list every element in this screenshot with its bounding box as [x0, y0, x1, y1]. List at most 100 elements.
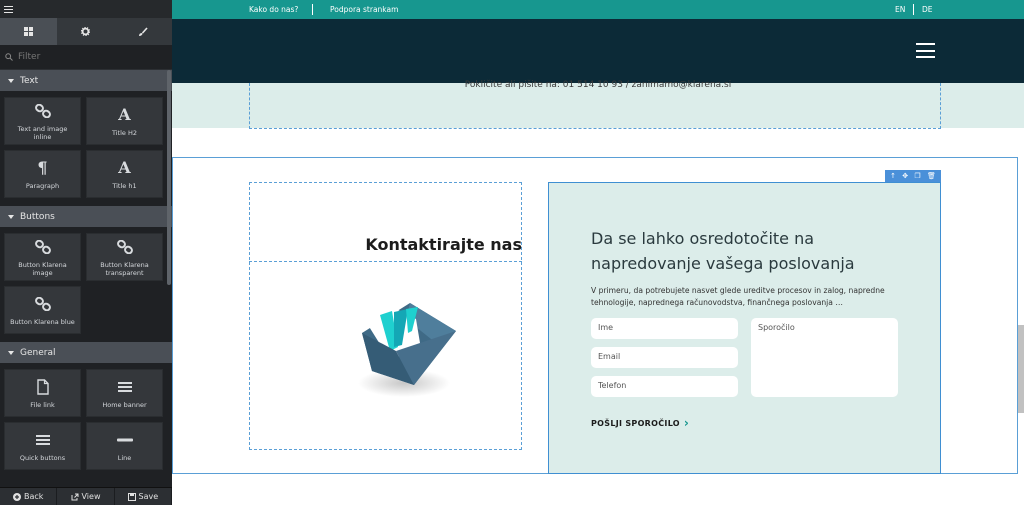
section-text-widgets: Text and image inline A Title H2 ¶ Parag…	[0, 97, 172, 198]
site-header	[172, 19, 1024, 83]
move-up-icon[interactable]: ↑	[890, 170, 896, 182]
back-label: Back	[23, 492, 44, 501]
send-label: POŠLJI SPOROČILO	[591, 418, 680, 428]
element-toolbar: ↑ ✥ ❐ 🗑	[885, 170, 941, 182]
builder-sidebar: Filter Text Text and image inline A Titl…	[0, 0, 172, 505]
topbar-link-support[interactable]: Podpora strankam	[330, 5, 398, 14]
phone-field[interactable]: Telefon	[591, 376, 738, 397]
widget-title-h2[interactable]: A Title H2	[86, 97, 163, 145]
widget-button-klarena-transparent[interactable]: Button Klarena transparent	[86, 233, 163, 281]
preview-scrollbar[interactable]	[1018, 325, 1024, 413]
widget-title-h1[interactable]: A Title h1	[86, 150, 163, 198]
back-button[interactable]: Back	[0, 488, 58, 505]
contact-heading: Kontaktirajte nas	[365, 235, 522, 254]
view-label: View	[81, 492, 101, 501]
tab-settings[interactable]	[57, 18, 114, 45]
brush-icon	[139, 26, 148, 36]
column-outline[interactable]	[249, 83, 941, 129]
caret-down-icon	[8, 214, 14, 219]
lang-de-link[interactable]: DE	[922, 5, 933, 14]
sidebar-bottom-bar: Back View Save	[0, 487, 172, 505]
drag-icon[interactable]: ✥	[902, 170, 908, 182]
link-icon	[34, 239, 51, 254]
link-icon	[34, 103, 51, 118]
title-icon: A	[118, 158, 131, 177]
widget-label: Line	[117, 453, 132, 462]
widget-label: Button Klarena blue	[10, 317, 75, 326]
lines-icon	[35, 434, 50, 445]
gear-icon	[81, 27, 91, 36]
email-field[interactable]: Email	[591, 347, 738, 368]
filter-field[interactable]: Filter	[0, 45, 172, 70]
form-title: Da se lahko osredotočite na napredovanje…	[591, 229, 855, 273]
save-button[interactable]: Save	[115, 488, 172, 505]
widget-label: Quick buttons	[19, 453, 66, 462]
line-icon	[116, 438, 133, 441]
widget-home-banner[interactable]: Home banner	[86, 369, 163, 417]
section-general-header[interactable]: General	[0, 342, 172, 363]
sidebar-scrollbar[interactable]	[167, 70, 171, 285]
external-link-icon	[71, 493, 78, 500]
search-icon	[5, 53, 13, 61]
caret-down-icon	[8, 350, 14, 355]
widget-label: Button Klarena transparent	[100, 260, 149, 277]
widget-label: File link	[30, 400, 55, 409]
send-button[interactable]: POŠLJI SPOROČILO ›	[591, 416, 690, 430]
lang-en-link[interactable]: EN	[895, 5, 905, 14]
section-buttons-header[interactable]: Buttons	[0, 206, 172, 227]
name-field[interactable]: Ime	[591, 318, 738, 339]
link-icon	[34, 296, 51, 311]
divider	[913, 4, 914, 15]
widget-text-and-image-inline[interactable]: Text and image inline	[4, 97, 81, 145]
filter-placeholder: Filter	[18, 52, 41, 62]
sidebar-topbar	[0, 0, 172, 18]
sidebar-tabs	[0, 18, 172, 45]
widget-quick-buttons[interactable]: Quick buttons	[4, 422, 81, 470]
paragraph-icon: ¶	[37, 158, 48, 177]
message-field[interactable]: Sporočilo	[751, 318, 898, 397]
link-icon	[116, 239, 133, 254]
section-title: Buttons	[20, 211, 55, 222]
section-title: General	[20, 347, 56, 358]
widget-label: Text and image inline	[17, 124, 68, 141]
menu-icon[interactable]	[4, 5, 13, 13]
section-text-header[interactable]: Text	[0, 70, 172, 91]
hamburger-icon[interactable]	[916, 43, 935, 58]
widget-label: Button Klarena image	[18, 260, 67, 277]
duplicate-icon[interactable]: ❐	[914, 170, 920, 182]
view-button[interactable]: View	[57, 488, 115, 505]
save-label: Save	[138, 492, 159, 501]
chevron-right-icon: ›	[683, 416, 690, 430]
envelope-illustration	[358, 303, 456, 397]
file-icon	[36, 378, 49, 395]
plus-circle-icon	[12, 492, 21, 501]
page-preview: Kako do nas? Podpora strankam EN DE Pokl…	[172, 0, 1024, 505]
column-divider	[249, 261, 522, 262]
topbar-link-directions[interactable]: Kako do nas?	[249, 5, 298, 14]
site-topbar: Kako do nas? Podpora strankam EN DE	[172, 0, 1024, 19]
widget-label: Paragraph	[25, 181, 60, 190]
widget-file-link[interactable]: File link	[4, 369, 81, 417]
section-title: Text	[20, 75, 39, 86]
divider	[312, 4, 313, 15]
page-builder: Filter Text Text and image inline A Titl…	[0, 0, 1024, 505]
widget-label: Home banner	[102, 400, 147, 409]
section-general-widgets: File link Home banner Quick buttons Line	[0, 369, 172, 470]
widgets-icon	[24, 27, 34, 36]
delete-icon[interactable]: 🗑	[927, 170, 936, 182]
widget-label: Title H2	[111, 128, 138, 137]
widget-button-klarena-image[interactable]: Button Klarena image	[4, 233, 81, 281]
title-icon: A	[118, 105, 131, 124]
tab-widgets[interactable]	[0, 18, 58, 45]
floppy-icon	[127, 492, 136, 501]
caret-down-icon	[8, 78, 14, 83]
widget-line[interactable]: Line	[86, 422, 163, 470]
tab-style[interactable]	[115, 18, 172, 45]
form-description: V primeru, da potrebujete nasvet glede u…	[591, 286, 885, 307]
section-buttons-widgets: Button Klarena image Button Klarena tran…	[0, 233, 172, 334]
widget-paragraph[interactable]: ¶ Paragraph	[4, 150, 81, 198]
lines-icon	[117, 381, 132, 392]
widget-button-klarena-blue[interactable]: Button Klarena blue	[4, 286, 81, 334]
widget-list[interactable]: Text Text and image inline A Title H2 ¶ …	[0, 70, 172, 487]
widget-label: Title h1	[112, 181, 137, 190]
